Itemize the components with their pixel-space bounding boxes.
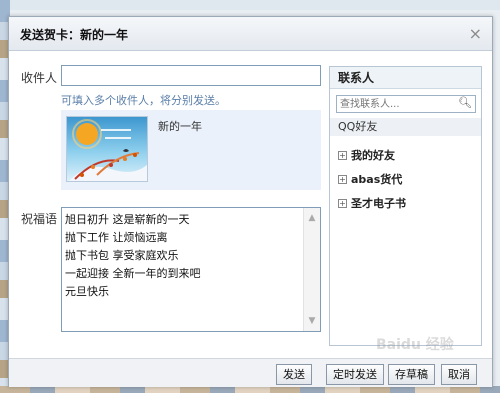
- close-icon[interactable]: ×: [469, 24, 482, 43]
- card-illustration: [69, 119, 147, 181]
- dialog-title: 发送贺卡：新的一年: [20, 28, 129, 42]
- watermark: Baidu 经验: [376, 337, 454, 353]
- message-line: 抛下工作 让烦恼远离: [65, 231, 168, 244]
- message-scrollbar[interactable]: ▲ ▼: [303, 208, 320, 331]
- search-icon[interactable]: 🔍︎: [458, 96, 472, 109]
- contacts-search-input[interactable]: [337, 96, 455, 113]
- message-line: 旭日初升 这是崭新的一天: [65, 213, 190, 226]
- contact-group-label: 圣才电子书: [351, 197, 406, 210]
- save-draft-button[interactable]: 存草稿: [388, 364, 435, 385]
- recipient-hint: 可填入多个收件人，将分别发送。: [61, 94, 226, 107]
- message-line: 抛下书包 享受家庭欢乐: [65, 249, 179, 262]
- card-preview: 新的一年: [61, 110, 321, 190]
- dialog-titlebar: 发送贺卡：新的一年 ×: [9, 17, 492, 51]
- contacts-search[interactable]: 🔍︎: [336, 95, 476, 113]
- recipient-input[interactable]: [61, 65, 321, 86]
- recipient-label: 收件人: [21, 71, 58, 85]
- expand-icon[interactable]: +: [338, 199, 347, 208]
- cancel-button[interactable]: 取消: [441, 364, 477, 385]
- send-card-dialog: 发送贺卡：新的一年 × 收件人 可填入多个收件人，将分别发送。 新的一年 祝福语…: [8, 16, 493, 387]
- message-text: 旭日初升 这是崭新的一天 抛下工作 让烦恼远离 抛下书包 享受家庭欢乐一起迎接 全新…: [65, 211, 300, 301]
- contact-group-label: abas货代: [351, 173, 403, 186]
- greeting-card-image-icon[interactable]: [66, 116, 148, 182]
- background-page-bottom: [0, 386, 500, 393]
- card-title: 新的一年: [158, 120, 202, 133]
- message-line: 一起迎接 全新一年的到来吧: [65, 267, 201, 280]
- contacts-group-qq[interactable]: QQ好友: [330, 118, 481, 136]
- message-textarea[interactable]: 旭日初升 这是崭新的一天 抛下工作 让烦恼远离 抛下书包 享受家庭欢乐一起迎接 全新…: [61, 207, 321, 332]
- message-line: 元旦快乐: [65, 285, 109, 298]
- contact-group-shengcai[interactable]: + 圣才电子书: [338, 195, 406, 211]
- expand-icon[interactable]: +: [338, 151, 347, 160]
- scroll-up-icon[interactable]: ▲: [304, 210, 320, 226]
- scroll-down-icon[interactable]: ▼: [304, 313, 320, 329]
- contacts-panel: 联系人 🔍︎ QQ好友 + 我的好友 + abas货代 + 圣才电子书: [329, 66, 482, 346]
- send-button[interactable]: 发送: [276, 364, 312, 385]
- dialog-footer: 发送 定时发送 存草稿 取消: [9, 358, 492, 387]
- contact-group-label: 我的好友: [351, 149, 395, 162]
- contact-group-abas[interactable]: + abas货代: [338, 171, 402, 187]
- contacts-header: 联系人: [330, 67, 481, 89]
- background-page-top: [0, 0, 500, 10]
- expand-icon[interactable]: +: [338, 175, 347, 184]
- contact-group-my-friends[interactable]: + 我的好友: [338, 147, 395, 163]
- scheduled-send-button[interactable]: 定时发送: [326, 364, 384, 385]
- message-label: 祝福语: [21, 212, 58, 226]
